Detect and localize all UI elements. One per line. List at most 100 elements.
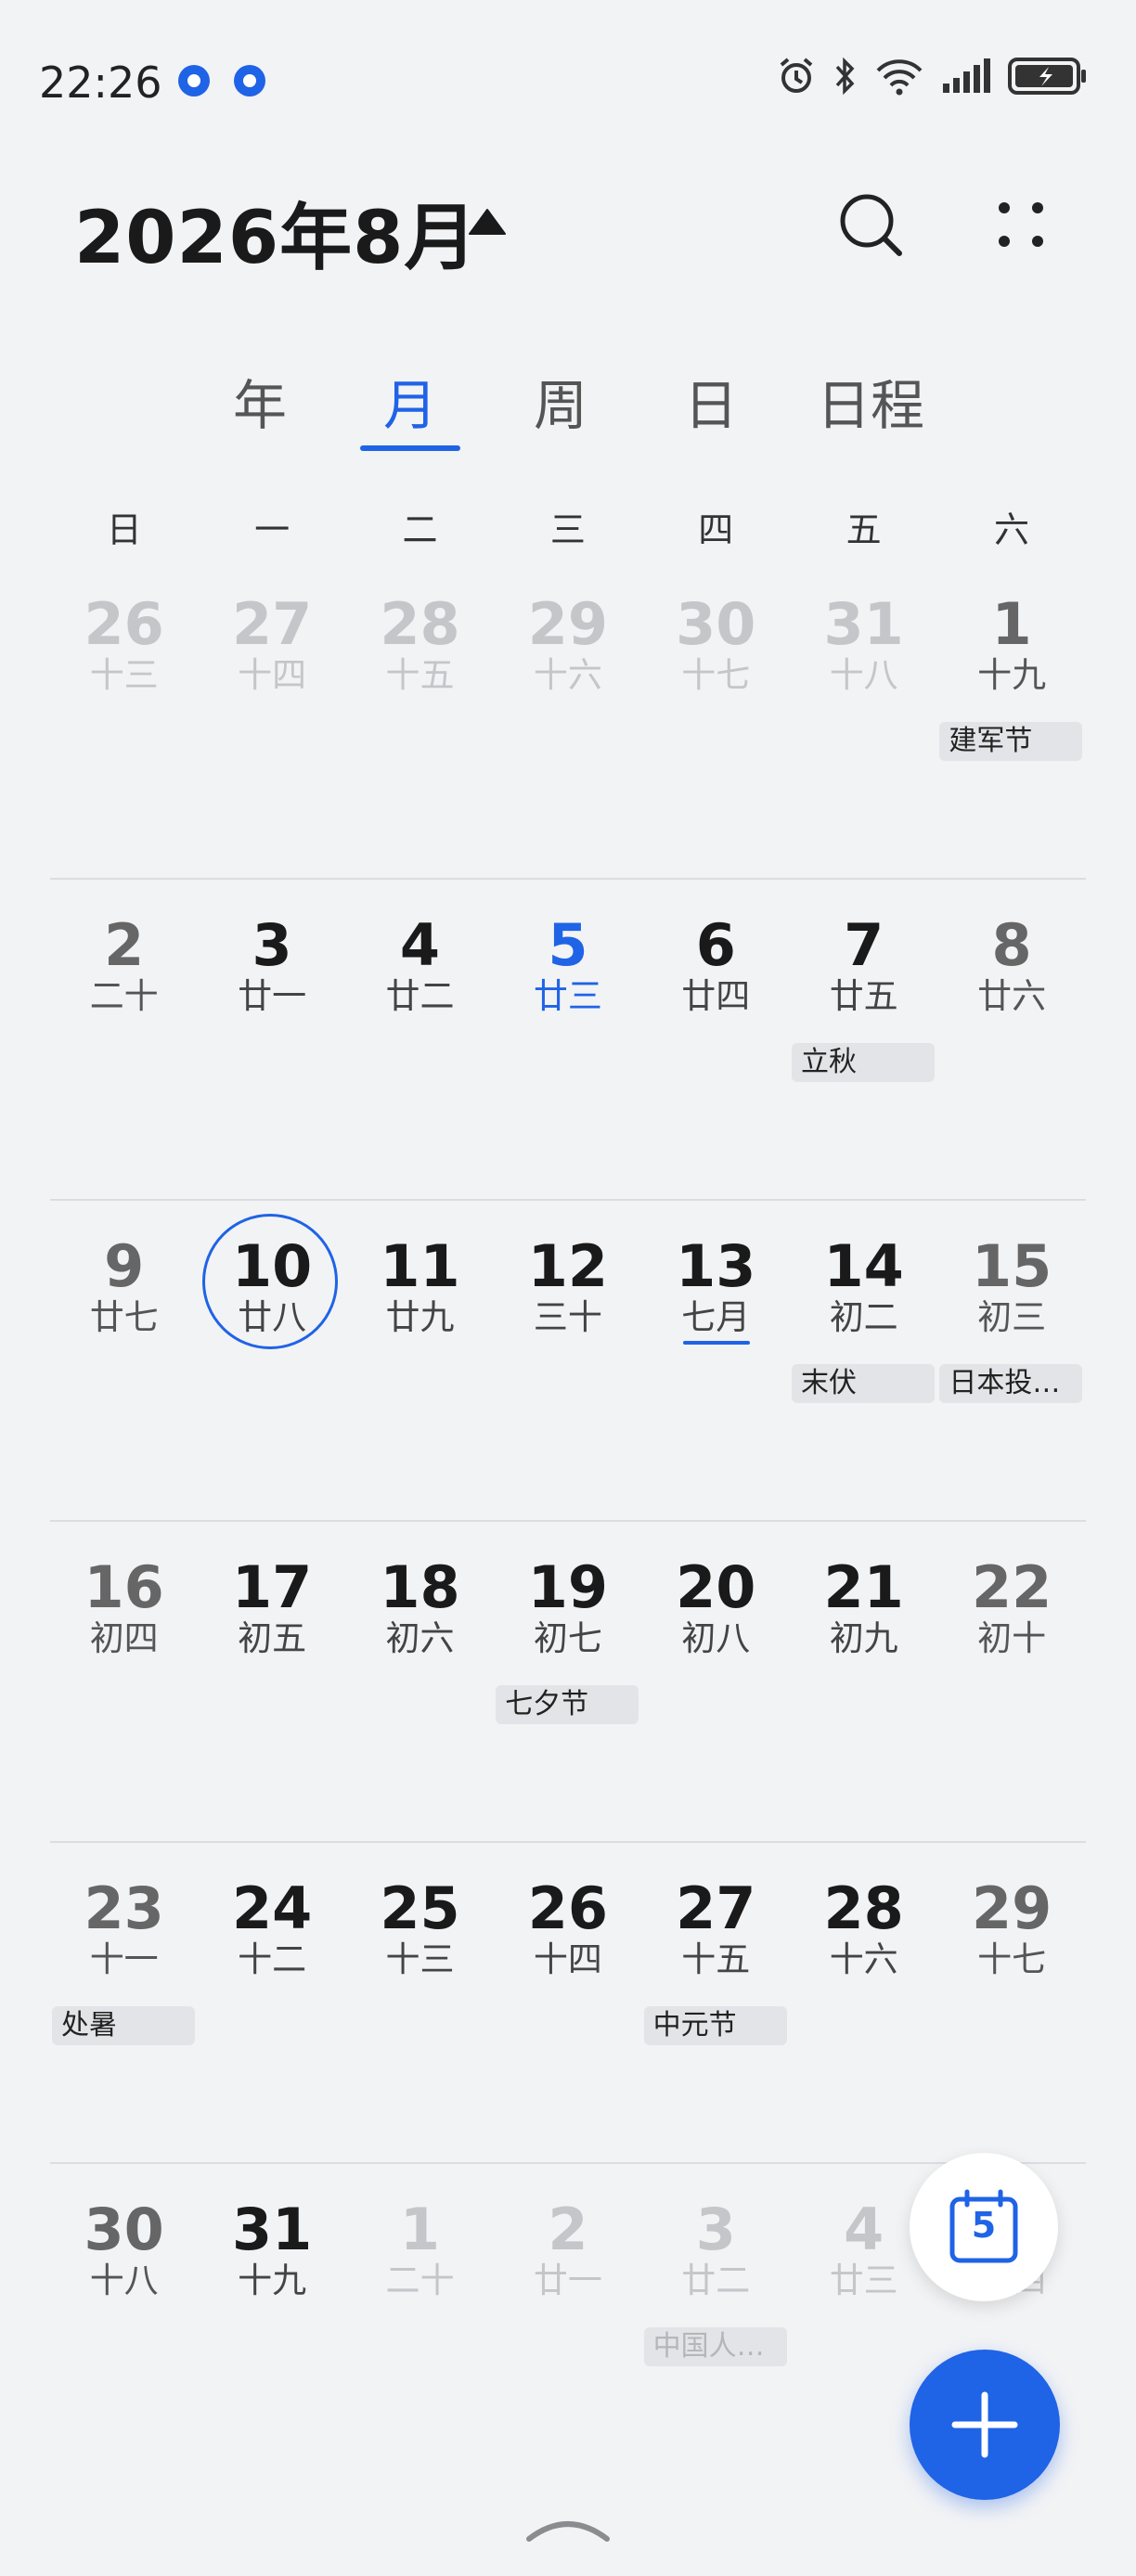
go-to-today-button[interactable]: 5 — [910, 2153, 1058, 2301]
lunar-date: 十四 — [238, 655, 307, 695]
header: 2026年8月 — [0, 167, 1136, 280]
day-cell[interactable]: 24 十二 — [198, 1841, 345, 2162]
day-number: 2 — [548, 2196, 588, 2263]
lunar-date: 廿一 — [533, 2260, 602, 2300]
day-number: 2 — [104, 911, 145, 979]
day-cell[interactable]: 1 十九建军节 — [937, 557, 1085, 878]
search-icon[interactable] — [833, 187, 908, 262]
day-cell[interactable]: 17 初五 — [198, 1520, 345, 1841]
tab-month[interactable]: 月 — [345, 362, 475, 440]
holiday-event-chip[interactable]: 中国人… — [643, 2327, 787, 2366]
add-event-button[interactable] — [910, 2350, 1060, 2500]
lunar-date: 十九 — [977, 655, 1047, 695]
day-cell[interactable]: 3 廿二 中国人… — [642, 2162, 790, 2483]
day-number: 27 — [676, 1874, 756, 1942]
holiday-event-chip[interactable]: 处暑 — [52, 2006, 195, 2045]
day-cell[interactable]: 23 十一 处暑 — [50, 1841, 198, 2162]
day-cell[interactable]: 18 初六 — [346, 1520, 494, 1841]
day-cell[interactable]: 11 廿九 — [346, 1199, 494, 1520]
day-cell[interactable]: 29 十六 — [494, 557, 641, 878]
day-cell[interactable]: 16 初四 — [50, 1520, 198, 1841]
lunar-date: 初二 — [829, 1297, 898, 1337]
holiday-event-chip[interactable]: 日本投… — [939, 1364, 1083, 1403]
day-cell[interactable]: 31 十八 — [790, 557, 937, 878]
weekday-label: 六 — [994, 509, 1030, 550]
day-cell[interactable]: 20 初八 — [642, 1520, 790, 1841]
day-cell[interactable]: 15 初三 日本投… — [937, 1199, 1085, 1520]
day-cell[interactable]: 9 廿七 — [50, 1199, 198, 1520]
day-cell[interactable]: 27 十五 中元节 — [642, 1841, 790, 2162]
week-row: 16 初四 17 初五 18 初六 19 初七 七夕节 20 初八 21 初九 22 初十 — [50, 1520, 1086, 1841]
day-number: 18 — [380, 1553, 460, 1621]
month-title[interactable]: 2026年8月 — [74, 180, 477, 284]
day-cell[interactable]: 10 廿八 — [198, 1199, 345, 1520]
day-cell[interactable]: 7 廿五 立秋 — [790, 878, 937, 1199]
expand-handle-icon[interactable] — [522, 2515, 614, 2543]
day-cell[interactable]: 4 廿二 — [346, 878, 494, 1199]
day-cell[interactable]: 29 十七 — [937, 1841, 1085, 2162]
day-cell[interactable]: 30 十八 — [50, 2162, 198, 2483]
day-number: 12 — [527, 1232, 609, 1300]
more-options-icon[interactable] — [984, 187, 1058, 262]
day-number: 14 — [823, 1232, 904, 1300]
tab-day[interactable]: 日 — [646, 362, 776, 440]
day-cell[interactable]: 27 十四 — [198, 557, 345, 878]
day-cell[interactable]: 21 初九 — [790, 1520, 937, 1841]
day-number: 3 — [252, 911, 292, 979]
active-tab-indicator — [360, 445, 460, 451]
day-number: 9 — [104, 1232, 145, 1300]
day-number: 31 — [823, 590, 904, 658]
day-cell[interactable]: 26 十三 — [50, 557, 198, 878]
system-status-icons — [776, 56, 1088, 97]
caret-up-icon[interactable] — [468, 208, 507, 236]
plus-icon — [951, 2391, 1018, 2458]
lunar-date: 十二 — [238, 1939, 307, 1979]
tab-year[interactable]: 年 — [195, 362, 325, 440]
lunar-date: 初七 — [533, 1618, 602, 1658]
day-cell[interactable]: 5 廿三 — [494, 878, 641, 1199]
day-number: 25 — [380, 1874, 460, 1942]
weekday-label: 一 — [254, 509, 290, 550]
day-number: 10 — [231, 1232, 313, 1300]
wifi-icon — [876, 59, 923, 96]
lunar-date: 十六 — [533, 655, 602, 695]
day-cell[interactable]: 31 十九 — [198, 2162, 345, 2483]
day-cell[interactable]: 28 十五 — [346, 557, 494, 878]
day-cell[interactable]: 22 初十 — [937, 1520, 1085, 1841]
lunar-date: 廿二 — [385, 976, 455, 1016]
lunar-date: 廿三 — [829, 2260, 898, 2300]
day-number: 20 — [676, 1553, 756, 1621]
holiday-event-chip[interactable]: 末伏 — [792, 1364, 935, 1403]
holiday-event-chip[interactable]: 七夕节 — [496, 1685, 639, 1724]
day-number: 19 — [527, 1553, 609, 1621]
tab-week[interactable]: 周 — [496, 362, 626, 440]
holiday-event-chip[interactable]: 立秋 — [792, 1043, 935, 1082]
day-number: 1 — [991, 590, 1032, 658]
lunar-date: 十七 — [977, 1939, 1047, 1979]
day-cell[interactable]: 1 二十 — [346, 2162, 494, 2483]
day-cell[interactable]: 6 廿四 — [642, 878, 790, 1199]
day-number: 6 — [695, 911, 736, 979]
view-tabs: 年 月 周 日 日程 — [0, 362, 1136, 464]
day-cell[interactable]: 12 三十 — [494, 1199, 641, 1520]
bluetooth-icon — [835, 57, 855, 96]
day-cell[interactable]: 13 七月 — [642, 1199, 790, 1520]
day-cell[interactable]: 14 初二末伏 — [790, 1199, 937, 1520]
day-cell[interactable]: 8 廿六 — [937, 878, 1085, 1199]
day-cell[interactable]: 30 十七 — [642, 557, 790, 878]
day-cell[interactable]: 25 十三 — [346, 1841, 494, 2162]
day-cell[interactable]: 2 廿一 — [494, 2162, 641, 2483]
lunar-date: 廿三 — [533, 976, 602, 1016]
lunar-date: 二十 — [89, 976, 159, 1016]
day-cell[interactable]: 3 廿一 — [198, 878, 345, 1199]
status-bar: 22:26 — [0, 0, 1136, 167]
day-cell[interactable]: 26 十四 — [494, 1841, 641, 2162]
day-cell[interactable]: 28 十六 — [790, 1841, 937, 2162]
day-number: 26 — [527, 1874, 609, 1942]
tab-schedule[interactable]: 日程 — [806, 362, 936, 440]
day-cell[interactable]: 2 二十 — [50, 878, 198, 1199]
lunar-date: 初八 — [681, 1618, 751, 1658]
holiday-event-chip[interactable]: 建军节 — [939, 722, 1083, 761]
day-cell[interactable]: 19 初七七夕节 — [494, 1520, 641, 1841]
holiday-event-chip[interactable]: 中元节 — [643, 2006, 787, 2045]
